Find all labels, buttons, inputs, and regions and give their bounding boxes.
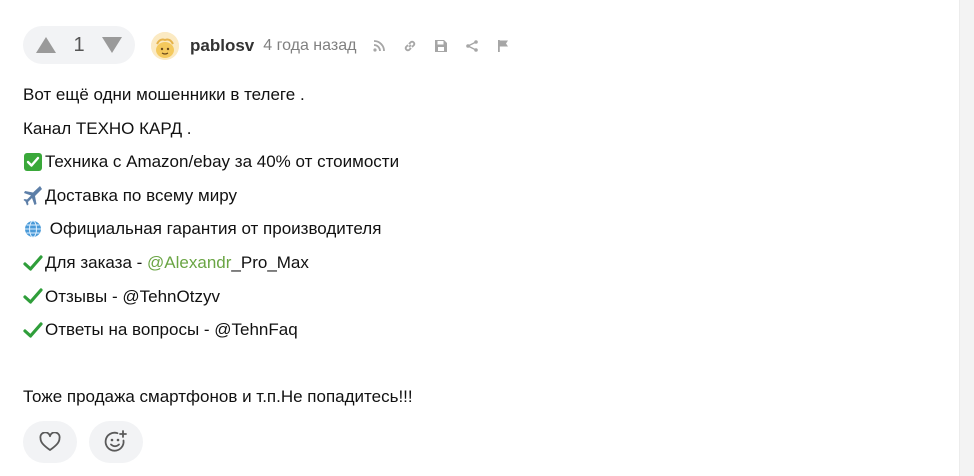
share-button[interactable] (464, 38, 480, 54)
triangle-up-icon (36, 37, 56, 53)
add-reaction-button[interactable] (89, 421, 143, 463)
comment-time[interactable]: 4 года назад (263, 37, 356, 55)
comment-line-text: Техника с Amazon/ebay за 40% от стоимост… (45, 152, 400, 172)
comment-line-text: Официальная гарантия от производителя (45, 219, 382, 239)
globe-emoji (23, 219, 43, 239)
save-button[interactable] (433, 38, 449, 54)
comment-line-text: _Pro_Max (231, 252, 309, 272)
rating-count: 1 (73, 33, 85, 56)
upvote-button[interactable] (35, 34, 57, 56)
comment-line: Тоже продажа смартфонов и т.п.Не попадит… (23, 387, 413, 407)
chain-link-icon (405, 40, 416, 52)
mention-link[interactable]: @Alexandr (147, 246, 231, 280)
report-button[interactable] (495, 38, 511, 54)
emoji-add-icon (104, 430, 127, 452)
heart-icon (39, 432, 61, 451)
scrollbar-track[interactable] (959, 0, 974, 476)
avatar-face (151, 32, 179, 60)
rss-icon (373, 40, 386, 52)
comment-body: Вот ещё одни мошенники в телеге . Канал … (23, 78, 413, 414)
comment-line: Доставка по всему миру (23, 179, 413, 213)
downvote-button[interactable] (101, 34, 123, 56)
triangle-down-icon (102, 37, 122, 53)
comment-header: pablosv 4 года назад (151, 32, 526, 60)
copy-link-button[interactable] (402, 38, 418, 54)
vote-control: 1 (23, 26, 135, 64)
flag-icon (498, 40, 509, 52)
floppy-disk-icon (435, 40, 448, 52)
comment-page: 1 pablosv 4 года назад Вот ещё одни моше… (0, 0, 974, 476)
comment-line: Ответы на вопросы - @TehnFaq (23, 313, 413, 347)
comment-line-text: Ответы на вопросы - @TehnFaq (45, 320, 298, 340)
check-mark-emoji (23, 253, 43, 273)
comment-line-text: Доставка по всему миру (45, 185, 237, 205)
check-box-emoji (23, 152, 43, 172)
check-mark-emoji (23, 286, 43, 306)
comment-line: Техника с Amazon/ebay за 40% от стоимост… (23, 145, 413, 179)
like-button[interactable] (23, 421, 77, 463)
avatar[interactable] (151, 32, 179, 60)
check-mark-emoji (23, 320, 43, 340)
airplane-emoji (23, 185, 43, 206)
comment-line: Отзывы - @TehnOtzyv (23, 280, 413, 314)
subscribe-button[interactable] (371, 38, 387, 54)
comment-line: Канал ТЕХНО КАРД . (23, 118, 192, 138)
comment-line-text: Для заказа - (45, 252, 148, 272)
comment-line: Вот ещё одни мошенники в телеге . (23, 85, 305, 104)
comment-line: Официальная гарантия от производителя (23, 212, 413, 246)
author-name[interactable]: pablosv (190, 36, 254, 56)
comment-line-text: Отзывы - @TehnOtzyv (45, 286, 220, 306)
share-icon (466, 40, 479, 52)
comment-line: Для заказа - @Alexandr _Pro_Max (23, 246, 413, 280)
